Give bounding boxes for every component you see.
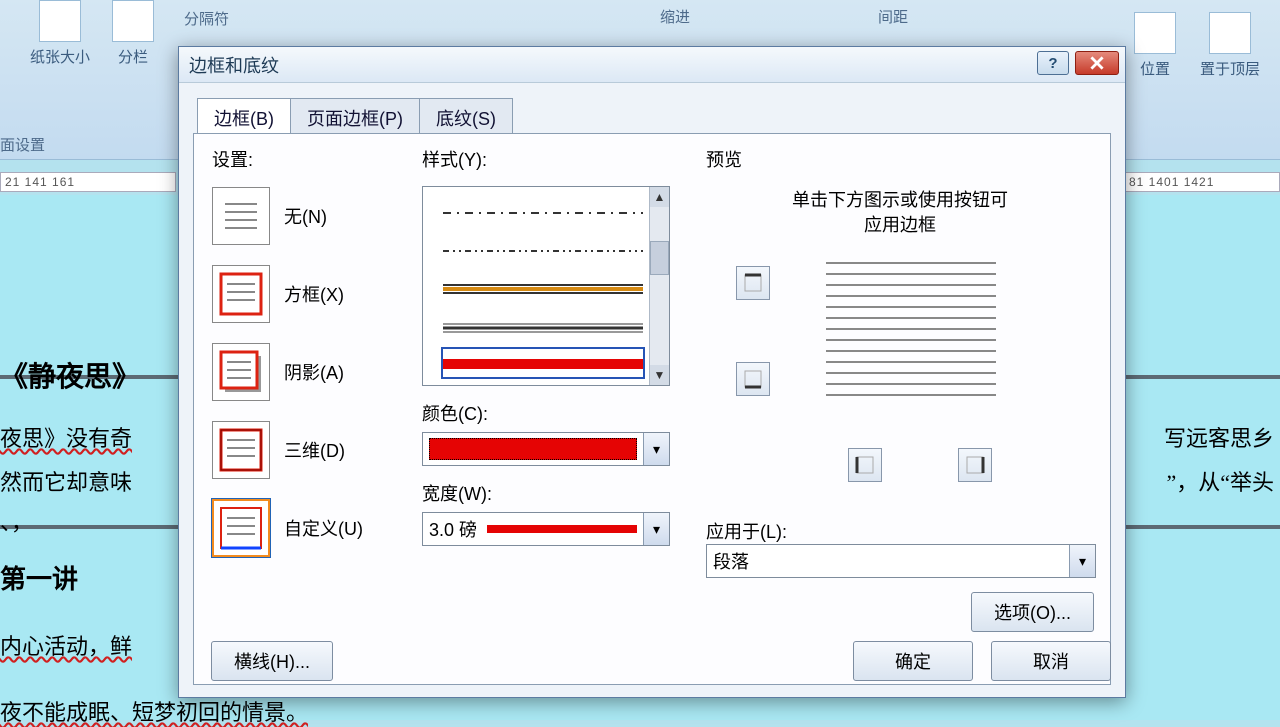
width-value: 3.0 磅: [429, 516, 477, 542]
apply-to-combo[interactable]: 段落 ▾: [706, 544, 1096, 578]
setting-box[interactable]: 方框(X): [212, 264, 402, 324]
color-combo[interactable]: ▾: [422, 432, 670, 466]
apply-to-value: 段落: [713, 548, 749, 574]
chevron-down-icon[interactable]: ▾: [643, 513, 669, 545]
doc-p3: 、，: [0, 505, 33, 537]
tab-borders[interactable]: 边框(B): [197, 98, 291, 138]
dialog-buttons: 横线(H)... 确定 取消: [193, 641, 1111, 681]
setting-box-label: 方框(X): [284, 281, 344, 307]
doc-right2: ”，从“举头: [1166, 465, 1274, 497]
scroll-up-icon[interactable]: ▲: [650, 187, 669, 207]
width-combo[interactable]: 3.0 磅 ▾: [422, 512, 670, 546]
apply-to-label: 应用于(L):: [706, 518, 1094, 544]
style-scrollbar[interactable]: ▲ ▼: [649, 187, 669, 385]
settings-label: 设置:: [212, 146, 402, 172]
tab-shading[interactable]: 底纹(S): [419, 98, 513, 138]
setting-none-label: 无(N): [284, 203, 327, 229]
doc-heading: 第一讲: [0, 559, 78, 596]
ruler-left: 21 141 161: [0, 172, 176, 192]
scroll-down-icon[interactable]: ▼: [650, 365, 669, 385]
custom-icon: [217, 504, 265, 552]
setting-shadow-label: 阴影(A): [284, 359, 344, 385]
border-right-button[interactable]: [958, 448, 992, 482]
style-thick-red[interactable]: [441, 347, 645, 379]
setting-3d[interactable]: 三维(D): [212, 420, 402, 480]
border-left-button[interactable]: [848, 448, 882, 482]
page-size-label: 纸张大小: [30, 46, 90, 67]
setting-custom[interactable]: 自定义(U): [212, 498, 402, 558]
horizontal-line-button[interactable]: 横线(H)...: [211, 641, 333, 681]
style-triple[interactable]: [443, 277, 643, 301]
tab-page-borders[interactable]: 页面边框(P): [290, 98, 420, 138]
doc-p4: 内心活动，鲜: [0, 629, 132, 661]
border-top-button[interactable]: [736, 266, 770, 300]
style-dashdot[interactable]: [443, 239, 643, 263]
options-button[interactable]: 选项(O)...: [971, 592, 1094, 632]
style-dash[interactable]: [443, 201, 643, 225]
ok-button[interactable]: 确定: [853, 641, 973, 681]
doc-p5: 夜不能成眠、短梦初回的情景。: [0, 695, 308, 727]
border-bottom-button[interactable]: [736, 362, 770, 396]
style-label: 样式(Y):: [422, 146, 682, 172]
setting-custom-label: 自定义(U): [284, 515, 363, 541]
chevron-down-icon[interactable]: ▾: [643, 433, 669, 465]
cancel-button[interactable]: 取消: [991, 641, 1111, 681]
width-label: 宽度(W):: [422, 480, 682, 506]
setting-3d-label: 三维(D): [284, 437, 345, 463]
doc-right1: 写远客思乡: [1164, 421, 1274, 453]
tab-content: 设置: 无(N) 方框(X) 阴影(A) 三维(D): [193, 133, 1111, 685]
position-icon[interactable]: [1134, 12, 1176, 54]
doc-title: 《静夜思》: [0, 355, 140, 395]
none-icon: [217, 192, 265, 240]
width-sample: [487, 525, 637, 533]
setting-none[interactable]: 无(N): [212, 186, 402, 246]
tabs: 边框(B) 页面边框(P) 底纹(S): [179, 83, 1125, 137]
preview-paragraph[interactable]: [826, 262, 996, 402]
style-thinthick[interactable]: [443, 315, 643, 339]
bring-front-icon[interactable]: [1209, 12, 1251, 54]
close-button[interactable]: [1075, 51, 1119, 75]
preview-hint: 单击下方图示或使用按钮可 应用边框: [706, 188, 1094, 238]
bring-front-label: 置于顶层: [1200, 58, 1260, 79]
scroll-thumb[interactable]: [650, 241, 669, 275]
dialog-titlebar[interactable]: 边框和底纹 ?: [179, 47, 1125, 83]
help-button[interactable]: ?: [1037, 51, 1069, 75]
preview-hint-l2: 应用边框: [864, 215, 936, 235]
doc-p1: 夜思》没有奇: [0, 421, 132, 453]
ribbon-group-spacing: 间距: [878, 6, 908, 27]
preview-label: 预览: [706, 146, 1094, 172]
position-label: 位置: [1140, 58, 1170, 79]
threeD-icon: [217, 426, 265, 474]
page-setup-group: 面设置: [0, 134, 45, 155]
style-list[interactable]: ▲ ▼: [422, 186, 670, 386]
ribbon-group-indent: 缩进: [660, 6, 690, 27]
close-icon: [1090, 56, 1104, 70]
page-size-icon[interactable]: [39, 0, 81, 42]
preview-box: [706, 262, 1094, 512]
breaks-label[interactable]: 分隔符: [184, 8, 229, 29]
color-swatch: [429, 438, 637, 460]
chevron-down-icon[interactable]: ▾: [1069, 545, 1095, 577]
shadow-icon: [217, 348, 265, 396]
preview-hint-l1: 单击下方图示或使用按钮可: [792, 190, 1008, 210]
dialog-title: 边框和底纹: [189, 52, 279, 78]
borders-shading-dialog: 边框和底纹 ? 边框(B) 页面边框(P) 底纹(S) 设置: 无(N): [178, 46, 1126, 698]
columns-label: 分栏: [118, 46, 148, 67]
ruler-right: 81 1401 1421: [1124, 172, 1280, 192]
doc-p2: 然而它却意味: [0, 465, 132, 497]
columns-icon[interactable]: [112, 0, 154, 42]
color-label: 颜色(C):: [422, 400, 682, 426]
setting-shadow[interactable]: 阴影(A): [212, 342, 402, 402]
box-icon: [217, 270, 265, 318]
